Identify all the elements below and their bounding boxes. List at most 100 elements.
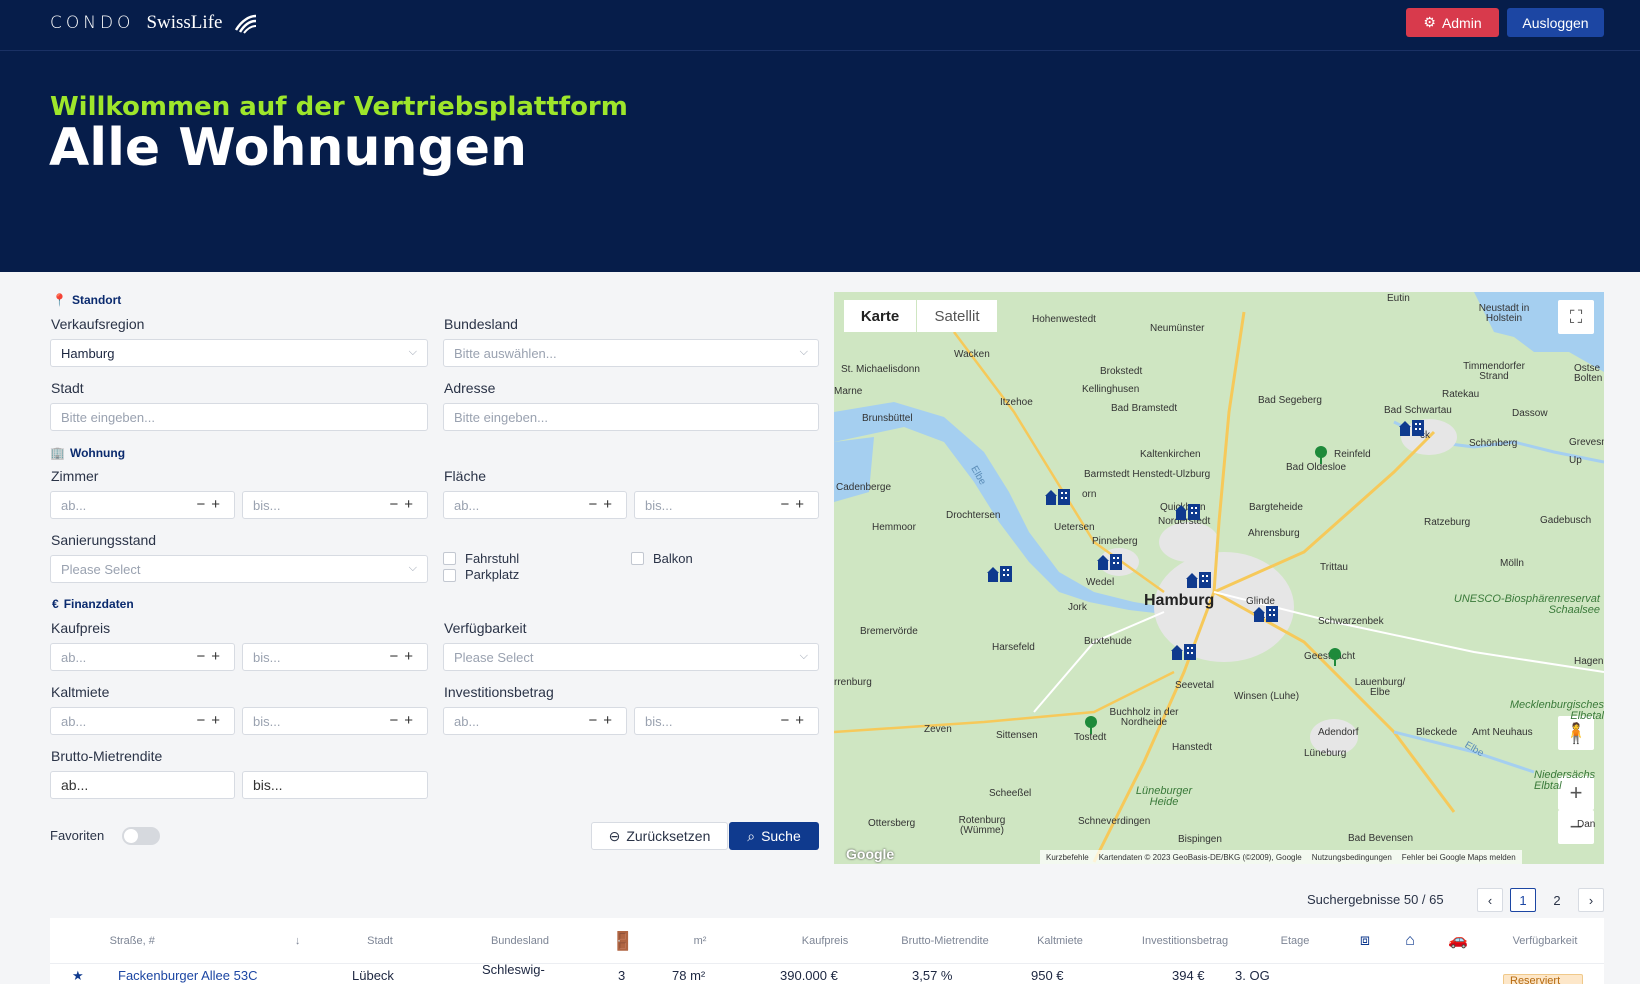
map-label: Pinneberg bbox=[1092, 536, 1138, 547]
flaeche-from-input[interactable]: ab... −+ bbox=[443, 491, 627, 519]
pagination-page[interactable]: 2 bbox=[1544, 888, 1570, 912]
stepper-icon[interactable]: −+ bbox=[780, 496, 810, 513]
rendite-to-input[interactable]: bis... bbox=[242, 771, 428, 799]
search-label: Suche bbox=[761, 828, 801, 844]
building-icon: 🏢 bbox=[50, 446, 65, 460]
map-label: Wedel bbox=[1086, 577, 1115, 588]
stepper-icon[interactable]: −+ bbox=[588, 712, 618, 729]
attribution-shortcuts[interactable]: Kurzbefehle bbox=[1046, 853, 1089, 862]
admin-label: Admin bbox=[1441, 14, 1482, 31]
stepper-icon[interactable]: −+ bbox=[780, 712, 810, 729]
page-title: Alle Wohnungen bbox=[49, 118, 528, 178]
map-tab-satellit[interactable]: Satellit bbox=[917, 300, 997, 332]
attribution-terms[interactable]: Nutzungsbedingungen bbox=[1312, 853, 1392, 862]
bundesland-select[interactable]: Bitte auswählen... ⌵ bbox=[443, 339, 819, 367]
investition-from-input[interactable]: ab... −+ bbox=[443, 707, 627, 735]
kaufpreis-label: Kaufpreis bbox=[51, 620, 111, 636]
column-header-kaufpreis[interactable]: Kaufpreis bbox=[770, 918, 880, 964]
favoriten-toggle[interactable] bbox=[122, 827, 160, 845]
logo[interactable]: CONDO SwissLife bbox=[50, 12, 258, 34]
property-marker-icon[interactable] bbox=[1185, 570, 1213, 590]
green-pin-icon[interactable] bbox=[1314, 446, 1328, 464]
column-header-strasse[interactable]: Straße, # ↓ bbox=[90, 918, 320, 964]
column-header-etage[interactable]: Etage bbox=[1260, 918, 1330, 964]
property-marker-icon[interactable] bbox=[986, 564, 1014, 584]
zimmer-to-input[interactable]: bis... −+ bbox=[242, 491, 428, 519]
stepper-icon[interactable]: −+ bbox=[196, 496, 226, 513]
adresse-input[interactable]: Bitte eingeben... bbox=[443, 403, 819, 431]
property-marker-icon[interactable] bbox=[1174, 502, 1202, 522]
stepper-icon[interactable]: −+ bbox=[389, 496, 419, 513]
stepper-icon[interactable]: −+ bbox=[196, 712, 226, 729]
reset-button[interactable]: ⊖ Zurücksetzen bbox=[591, 822, 728, 850]
map-label: Dassow bbox=[1512, 408, 1548, 419]
section-standort: 📍 Standort bbox=[52, 293, 121, 307]
cell-kaufpreis: 390.000 € bbox=[780, 968, 838, 983]
logo-condo: CONDO bbox=[50, 13, 135, 33]
admin-button[interactable]: ⚙ Admin bbox=[1406, 8, 1499, 37]
zimmer-from-input[interactable]: ab... −+ bbox=[50, 491, 235, 519]
search-button[interactable]: ⌕ Suche bbox=[729, 822, 819, 850]
stepper-icon[interactable]: −+ bbox=[389, 712, 419, 729]
sanierung-label: Sanierungsstand bbox=[51, 532, 157, 548]
column-header-verfuegbarkeit[interactable]: Verfügbarkeit bbox=[1490, 918, 1600, 964]
attribution-data: Kartendaten © 2023 GeoBasis-DE/BKG (©200… bbox=[1098, 852, 1302, 862]
map-label: Timmendorfer Strand bbox=[1463, 361, 1525, 382]
fahrstuhl-checkbox[interactable] bbox=[443, 552, 456, 565]
elevator-icon[interactable]: ⧈ bbox=[1350, 918, 1380, 964]
pagination-next-icon[interactable]: › bbox=[1578, 888, 1604, 912]
logout-button[interactable]: Ausloggen bbox=[1507, 8, 1604, 37]
stepper-icon[interactable]: −+ bbox=[196, 648, 226, 665]
table-row[interactable]: ★ Fackenburger Allee 53C Lübeck Schleswi… bbox=[50, 962, 1604, 984]
rendite-from-input[interactable]: ab... bbox=[50, 771, 235, 799]
column-strasse-label: Straße, # bbox=[109, 935, 155, 947]
kaltmiete-to-input[interactable]: bis... −+ bbox=[242, 707, 428, 735]
map-label: Schwarzenbek bbox=[1318, 616, 1384, 627]
column-header-stadt[interactable]: Stadt bbox=[340, 918, 420, 964]
property-marker-icon[interactable] bbox=[1170, 642, 1198, 662]
stadt-input[interactable]: Bitte eingeben... bbox=[50, 403, 428, 431]
map-label: Seevetal bbox=[1175, 680, 1214, 691]
investition-to-input[interactable]: bis... −+ bbox=[634, 707, 819, 735]
car-icon[interactable]: 🚗 bbox=[1440, 918, 1476, 964]
verfuegbarkeit-select[interactable]: Please Select ⌵ bbox=[443, 643, 819, 671]
kaufpreis-from-input[interactable]: ab... −+ bbox=[50, 643, 235, 671]
verkaufsregion-select[interactable]: Hamburg ⌵ bbox=[50, 339, 428, 367]
sort-icon[interactable]: ↓ bbox=[295, 935, 301, 947]
map-view[interactable]: Karte Satellit ⛶ 🧍 + − Hohenwestedt Neum… bbox=[834, 292, 1604, 864]
property-marker-icon[interactable] bbox=[1044, 487, 1072, 507]
stepper-icon[interactable]: −+ bbox=[588, 496, 618, 513]
kaltmiete-from-input[interactable]: ab... −+ bbox=[50, 707, 235, 735]
column-header-rendite[interactable]: Brutto-Mietrendite bbox=[890, 918, 1000, 964]
star-icon[interactable]: ★ bbox=[72, 968, 84, 984]
section-finanz-title: Finanzdaten bbox=[63, 597, 134, 611]
balcony-icon[interactable]: ⌂ bbox=[1395, 918, 1425, 964]
door-icon[interactable]: 🚪 bbox=[598, 918, 648, 964]
section-finanzdaten: € Finanzdaten bbox=[52, 597, 134, 611]
adresse-label: Adresse bbox=[444, 380, 496, 396]
column-header-bundesland[interactable]: Bundesland bbox=[470, 918, 570, 964]
sanierung-select[interactable]: Please Select ⌵ bbox=[50, 555, 428, 583]
address-link[interactable]: Fackenburger Allee 53C bbox=[118, 968, 257, 983]
property-marker-icon[interactable] bbox=[1398, 418, 1426, 438]
cell-zimmer: 3 bbox=[618, 968, 626, 983]
property-marker-icon[interactable] bbox=[1252, 604, 1280, 624]
stepper-icon[interactable]: −+ bbox=[389, 648, 419, 665]
parkplatz-checkbox[interactable] bbox=[443, 569, 456, 582]
map-label: Ostse Bolten bbox=[1574, 363, 1603, 384]
attribution-report[interactable]: Fehler bei Google Maps melden bbox=[1402, 853, 1516, 862]
column-header-flaeche[interactable]: m² bbox=[670, 918, 730, 964]
pagination-prev-icon[interactable]: ‹ bbox=[1477, 888, 1503, 912]
kaufpreis-to-input[interactable]: bis... −+ bbox=[242, 643, 428, 671]
column-header-investition[interactable]: Investitionsbetrag bbox=[1120, 918, 1250, 964]
green-pin-icon[interactable] bbox=[1084, 716, 1098, 734]
column-header-kaltmiete[interactable]: Kaltmiete bbox=[1010, 918, 1110, 964]
fullscreen-icon[interactable]: ⛶ bbox=[1558, 300, 1594, 334]
balkon-checkbox[interactable] bbox=[631, 552, 644, 565]
green-pin-icon[interactable] bbox=[1328, 648, 1342, 666]
map-tab-karte[interactable]: Karte bbox=[844, 300, 916, 332]
flaeche-to-input[interactable]: bis... −+ bbox=[634, 491, 819, 519]
pagination-page[interactable]: 1 bbox=[1510, 888, 1536, 912]
property-marker-icon[interactable] bbox=[1096, 552, 1124, 572]
cell-strasse[interactable]: Fackenburger Allee 53C bbox=[118, 968, 257, 983]
